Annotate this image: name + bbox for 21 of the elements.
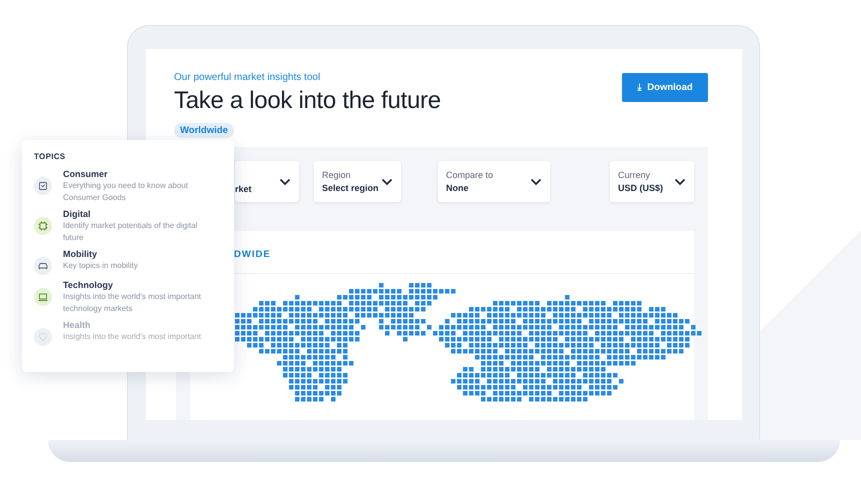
subtitle: Our powerful market insights tool xyxy=(174,72,322,83)
chip-icon xyxy=(34,217,52,235)
topic-item[interactable]: Technology Insights into the world's most important technology markets xyxy=(34,280,214,315)
topic-item[interactable]: Digital Identify market potentials of the digital future xyxy=(34,209,214,244)
dropdown[interactable]: Region Select region xyxy=(314,161,401,202)
region-tag: Worldwide xyxy=(174,123,234,138)
chevron-down-icon xyxy=(381,178,393,186)
chevron-down-icon xyxy=(279,178,291,186)
chevron-down-icon xyxy=(530,178,542,186)
page-title: Take a look into the future xyxy=(174,87,441,115)
car-icon xyxy=(34,257,52,275)
dropdown[interactable]: Curreny USD (US$) xyxy=(610,161,694,202)
card-heading: DWIDE xyxy=(233,248,272,262)
topic-item[interactable]: Consumer Everything you need to know about Consumer Goods xyxy=(34,169,214,204)
topic-item[interactable]: Mobility Key topics in mobility xyxy=(34,249,214,275)
laptop-icon xyxy=(34,288,52,306)
panel-title: TOPICS xyxy=(34,152,66,161)
chevron-down-icon xyxy=(674,178,686,186)
dropdown[interactable]: Compare to None xyxy=(438,161,550,202)
download-button[interactable]: ⤓ Download xyxy=(622,73,708,102)
dropdown[interactable]: rket xyxy=(235,161,299,202)
